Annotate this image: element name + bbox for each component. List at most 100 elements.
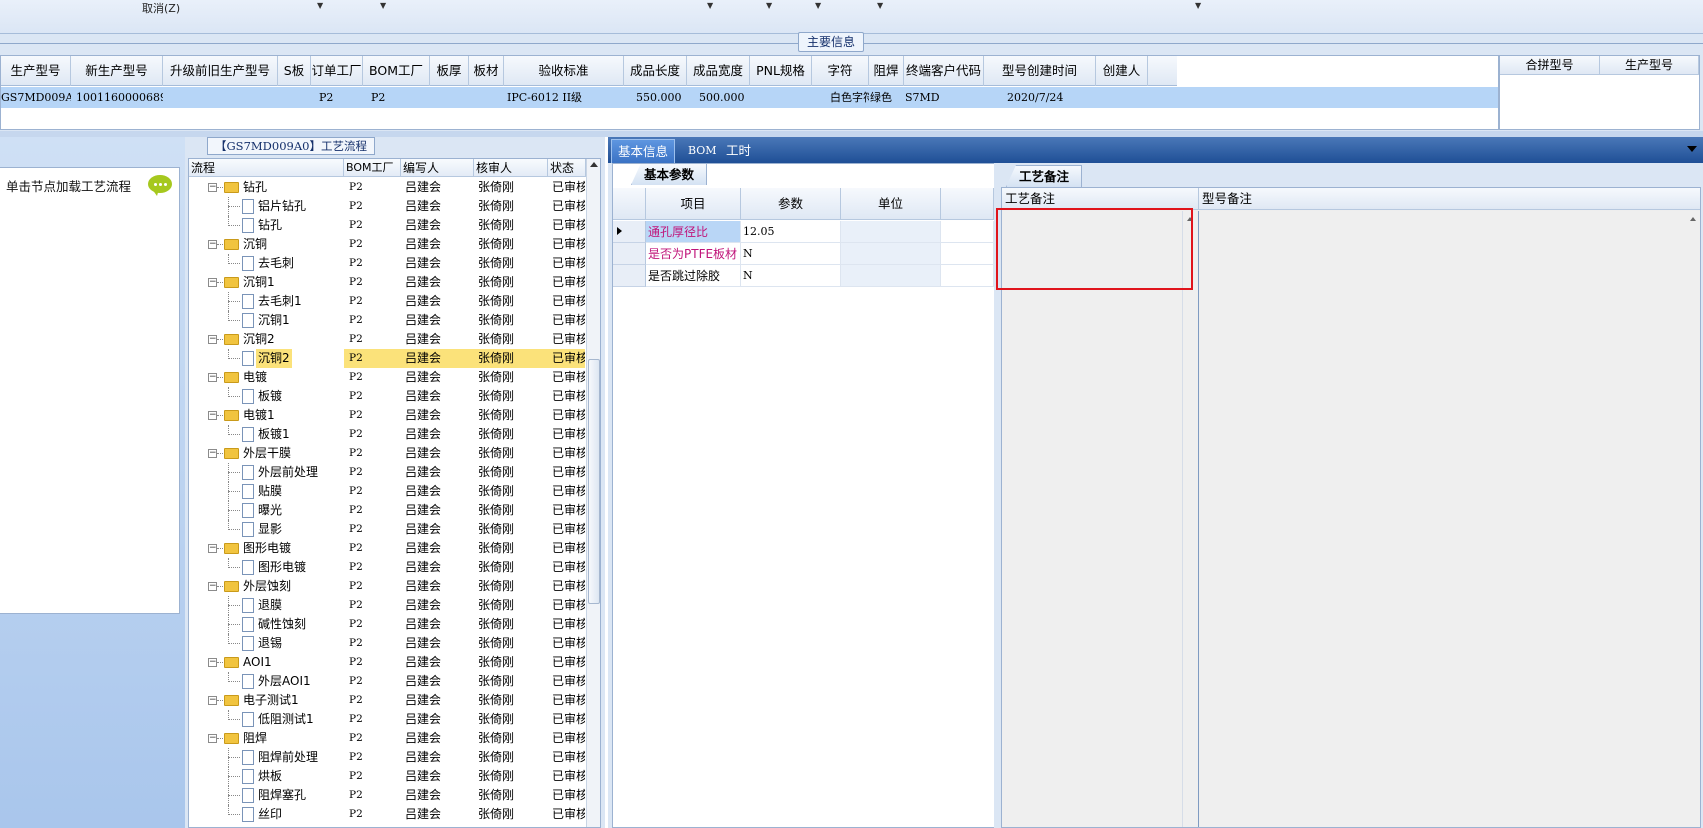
process-remark-textarea[interactable]: [1002, 211, 1199, 827]
tree-node-label[interactable]: 阻焊塞孔: [256, 786, 308, 805]
model-remark-textarea[interactable]: [1200, 211, 1700, 827]
row-header[interactable]: [613, 243, 646, 265]
param-unit-cell[interactable]: [841, 221, 941, 243]
tree-node-label[interactable]: 板镀: [256, 387, 284, 406]
tab-basic-info[interactable]: 基本信息: [611, 139, 676, 163]
tree-row[interactable]: − 电子测试1 P2 吕建会 张倚刚 已审核: [189, 691, 585, 710]
tree-node-label[interactable]: 外层前处理: [256, 463, 320, 482]
collapse-icon[interactable]: −: [208, 373, 217, 382]
tree-row[interactable]: 沉铜1 P2 吕建会 张倚刚 已审核: [189, 311, 585, 330]
collapse-icon[interactable]: −: [208, 411, 217, 420]
param-item-cell[interactable]: 是否跳过除胶: [646, 265, 741, 287]
tree-node-label[interactable]: 图形电镀: [256, 558, 308, 577]
column-header-item[interactable]: 项目: [646, 188, 741, 220]
column-header-merge-model[interactable]: 合拼型号: [1500, 56, 1600, 75]
scrollbar-thumb[interactable]: [588, 359, 600, 604]
column-header[interactable]: PNL规格: [750, 56, 812, 86]
tree-row[interactable]: 退锡 P2 吕建会 张倚刚 已审核: [189, 634, 585, 653]
column-header-status[interactable]: 状态: [548, 159, 586, 177]
column-header[interactable]: 型号创建时间: [984, 56, 1096, 86]
column-header-param[interactable]: 参数: [741, 188, 841, 220]
tree-row[interactable]: − 电镀1 P2 吕建会 张倚刚 已审核: [189, 406, 585, 425]
tree-row[interactable]: 板镀1 P2 吕建会 张倚刚 已审核: [189, 425, 585, 444]
column-header-process-remark[interactable]: 工艺备注: [1002, 188, 1199, 210]
tree-scrollbar[interactable]: [586, 159, 600, 827]
tab-basic-params[interactable]: 基本参数: [631, 163, 708, 185]
textarea-scrollbar[interactable]: [1182, 211, 1199, 827]
column-header-reviewer[interactable]: 核审人: [474, 159, 548, 177]
tree-row[interactable]: − 阻焊 P2 吕建会 张倚刚 已审核: [189, 729, 585, 748]
param-value-cell[interactable]: 12.05: [741, 221, 841, 243]
dropdown-arrow-icon[interactable]: ▼: [877, 1, 883, 10]
tree-row[interactable]: 烘板 P2 吕建会 张倚刚 已审核: [189, 767, 585, 786]
tree-node-label[interactable]: 去毛刺: [256, 254, 296, 273]
tree-node-label[interactable]: AOI1: [241, 653, 274, 672]
column-header[interactable]: 终端客户代码: [904, 56, 984, 86]
collapse-icon[interactable]: −: [208, 658, 217, 667]
tree-node-label[interactable]: 沉铜2: [241, 330, 277, 349]
column-header[interactable]: 创建人: [1096, 56, 1148, 86]
tree-node-label[interactable]: 电镀: [241, 368, 269, 387]
tree-node-label[interactable]: 外层AOI1: [256, 672, 313, 691]
tree-row[interactable]: 贴膜 P2 吕建会 张倚刚 已审核: [189, 482, 585, 501]
tree-row[interactable]: 显影 P2 吕建会 张倚刚 已审核: [189, 520, 585, 539]
tree-row[interactable]: 丝印 P2 吕建会 张倚刚 已审核: [189, 805, 585, 824]
tree-node-label[interactable]: 图形电镀: [241, 539, 293, 558]
tree-row[interactable]: 阻焊塞孔 P2 吕建会 张倚刚 已审核: [189, 786, 585, 805]
param-value-cell[interactable]: N: [741, 265, 841, 287]
tab-bom[interactable]: BOM: [682, 139, 723, 163]
tree-node-label[interactable]: 沉铜1: [256, 311, 292, 330]
collapse-icon[interactable]: −: [208, 696, 217, 705]
column-header[interactable]: S板: [278, 56, 311, 86]
column-header[interactable]: 生产型号: [1, 56, 71, 86]
param-item-cell[interactable]: 是否为PTFE板材: [646, 243, 741, 265]
tree-node-label[interactable]: 钻孔: [241, 178, 269, 197]
tree-node-label[interactable]: 钻孔: [256, 216, 284, 235]
column-header[interactable]: 成品长度: [624, 56, 687, 86]
tab-process-remarks[interactable]: 工艺备注: [1006, 165, 1083, 187]
tree-row[interactable]: − AOI1 P2 吕建会 张倚刚 已审核: [189, 653, 585, 672]
dropdown-arrow-icon[interactable]: ▼: [815, 1, 821, 10]
tree-row[interactable]: 钻孔 P2 吕建会 张倚刚 已审核: [189, 216, 585, 235]
collapse-icon[interactable]: −: [208, 183, 217, 192]
tree-row[interactable]: 去毛刺 P2 吕建会 张倚刚 已审核: [189, 254, 585, 273]
params-grid[interactable]: 项目 参数 单位 通孔厚径比 12.05 是否为PTFE板材 N 是否跳过除胶 N: [613, 188, 994, 287]
column-header-unit[interactable]: 单位: [841, 188, 941, 220]
tree-node-label[interactable]: 沉铜: [241, 235, 269, 254]
param-item-cell[interactable]: 通孔厚径比: [646, 221, 741, 243]
tree-node-label[interactable]: 退膜: [256, 596, 284, 615]
process-tree[interactable]: 流程 BOM工厂 编写人 核审人 状态 − 钻孔 P2 吕建会 张倚刚 已审核 铝片钻孔 P2…: [188, 158, 601, 828]
dropdown-arrow-icon[interactable]: ▼: [317, 1, 323, 10]
tree-node-label[interactable]: 曝光: [256, 501, 284, 520]
tree-row[interactable]: 沉铜2 P2 吕建会 张倚刚 已审核: [189, 349, 585, 368]
tree-row[interactable]: 板镀 P2 吕建会 张倚刚 已审核: [189, 387, 585, 406]
tree-node-label[interactable]: 外层蚀刻: [241, 577, 293, 596]
column-header[interactable]: 板材: [469, 56, 504, 86]
tree-row[interactable]: 低阻测试1 P2 吕建会 张倚刚 已审核: [189, 710, 585, 729]
collapse-icon[interactable]: −: [208, 449, 217, 458]
tree-node-label[interactable]: 电镀1: [241, 406, 277, 425]
tree-node-label[interactable]: 沉铜1: [241, 273, 277, 292]
column-header[interactable]: 升级前旧生产型号: [163, 56, 278, 86]
column-header[interactable]: 阻焊: [869, 56, 904, 86]
param-unit-cell[interactable]: [841, 243, 941, 265]
param-value-cell[interactable]: N: [741, 243, 841, 265]
tree-row[interactable]: 退膜 P2 吕建会 张倚刚 已审核: [189, 596, 585, 615]
tree-row[interactable]: 曝光 P2 吕建会 张倚刚 已审核: [189, 501, 585, 520]
tree-row[interactable]: − 沉铜 P2 吕建会 张倚刚 已审核: [189, 235, 585, 254]
tree-node-label[interactable]: 沉铜2: [256, 349, 292, 368]
tree-row[interactable]: − 钻孔 P2 吕建会 张倚刚 已审核: [189, 178, 585, 197]
tree-node-label[interactable]: 电子测试1: [241, 691, 301, 710]
tree-row[interactable]: 图形电镀 P2 吕建会 张倚刚 已审核: [189, 558, 585, 577]
tree-row[interactable]: 外层前处理 P2 吕建会 张倚刚 已审核: [189, 463, 585, 482]
tree-node-label[interactable]: 丝印: [256, 805, 284, 824]
tree-row[interactable]: − 图形电镀 P2 吕建会 张倚刚 已审核: [189, 539, 585, 558]
collapse-icon[interactable]: −: [208, 734, 217, 743]
chevron-down-icon[interactable]: [1687, 146, 1697, 152]
scroll-up-icon[interactable]: [590, 162, 598, 167]
column-header[interactable]: 板厚: [430, 56, 469, 86]
row-header[interactable]: [613, 221, 646, 243]
dropdown-arrow-icon[interactable]: ▼: [766, 1, 772, 10]
tree-row[interactable]: − 外层蚀刻 P2 吕建会 张倚刚 已审核: [189, 577, 585, 596]
column-header-bom-factory[interactable]: BOM工厂: [344, 159, 401, 177]
